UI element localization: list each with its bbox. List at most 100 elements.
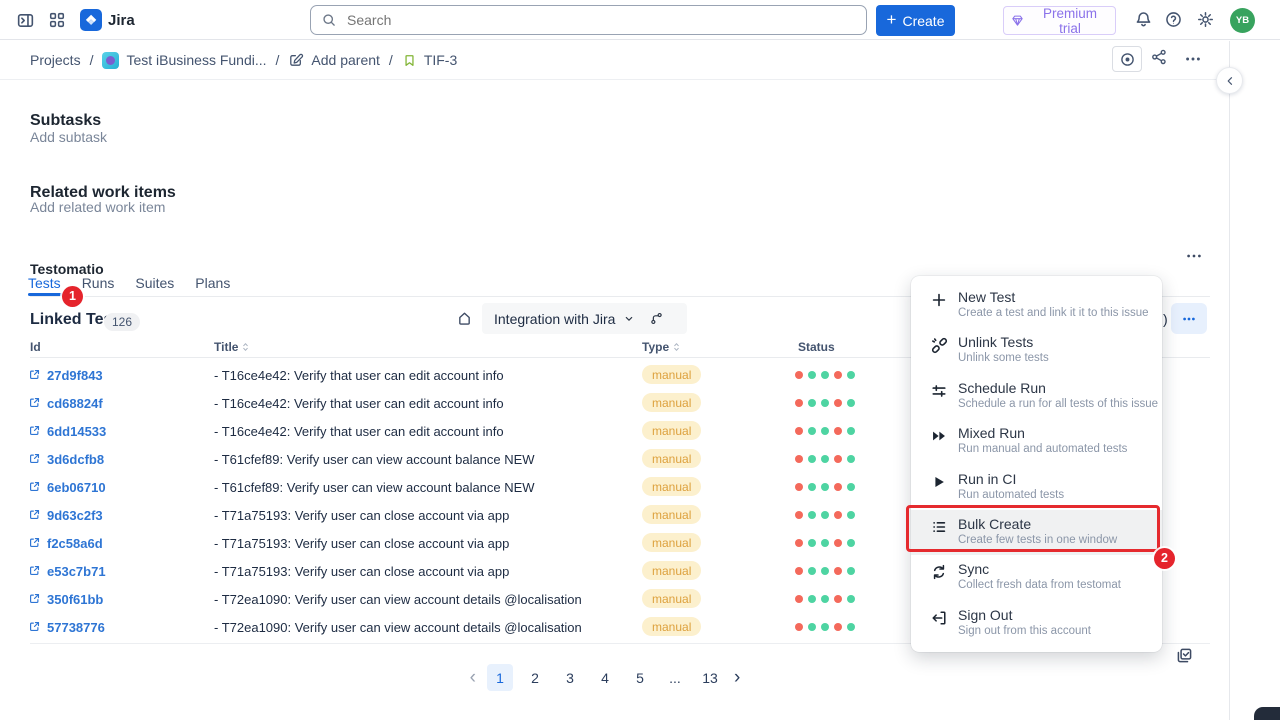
- menu-item-schedule-run[interactable]: Schedule Run Schedule a run for all test…: [911, 374, 1162, 419]
- tab-tests[interactable]: Tests: [28, 275, 61, 291]
- external-link-icon[interactable]: [28, 564, 41, 577]
- notifications-bell-icon[interactable]: [1134, 10, 1153, 29]
- right-panel-divider: [1229, 41, 1230, 720]
- menu-item-mixed-run[interactable]: Mixed Run Run manual and automated tests: [911, 419, 1162, 464]
- status-dot-green: [847, 455, 855, 463]
- watch-eye-icon[interactable]: [1112, 46, 1142, 72]
- project-selector-dropdown[interactable]: Integration with Jira: [482, 303, 687, 334]
- pagination-next-icon[interactable]: ›: [732, 664, 742, 691]
- test-type-badge: manual: [642, 505, 701, 524]
- branch-icon[interactable]: [649, 311, 664, 326]
- external-link-icon[interactable]: [28, 452, 41, 465]
- pagination-prev-icon[interactable]: ‹: [468, 664, 478, 691]
- test-type-badge: manual: [642, 365, 701, 384]
- column-header-id[interactable]: Id: [30, 340, 41, 354]
- column-header-type[interactable]: Type: [642, 340, 681, 354]
- external-link-icon[interactable]: [28, 424, 41, 437]
- pagination-page-4[interactable]: 4: [592, 664, 618, 691]
- external-link-icon[interactable]: [28, 480, 41, 493]
- menu-item-subtitle: Create few tests in one window: [958, 533, 1117, 548]
- test-id-link[interactable]: 57738776: [47, 620, 105, 635]
- status-dot-red: [834, 539, 842, 547]
- testomatio-actions-menu: New Test Create a test and link it it to…: [911, 276, 1162, 652]
- app-switcher-icon[interactable]: [48, 11, 66, 29]
- pagination-page-3[interactable]: 3: [557, 664, 583, 691]
- test-id-link[interactable]: cd68824f: [47, 396, 103, 411]
- collapse-panel-button[interactable]: [1216, 67, 1243, 94]
- add-related-work-item-button[interactable]: Add related work item: [30, 199, 165, 215]
- bulk-list-icon: [928, 518, 950, 536]
- help-icon[interactable]: [1164, 10, 1183, 29]
- status-dot-red: [795, 623, 803, 631]
- edit-pencil-icon: [288, 52, 304, 68]
- user-avatar[interactable]: YB: [1230, 8, 1255, 33]
- external-link-icon[interactable]: [28, 536, 41, 549]
- menu-item-sign-out[interactable]: Sign Out Sign out from this account: [911, 601, 1162, 646]
- search-input[interactable]: [345, 11, 856, 29]
- menu-item-sync[interactable]: Sync Collect fresh data from testomat: [911, 555, 1162, 600]
- status-dot-green: [821, 427, 829, 435]
- tab-suites[interactable]: Suites: [135, 275, 174, 291]
- pagination-page-5[interactable]: 5: [627, 664, 653, 691]
- sidebar-toggle-icon[interactable]: [16, 11, 35, 30]
- add-parent-button[interactable]: Add parent: [288, 52, 380, 68]
- issue-key-link[interactable]: TIF-3: [402, 52, 457, 68]
- column-header-title[interactable]: Title: [214, 340, 250, 354]
- test-title: - T61cfef89: Verify user can view accoun…: [214, 480, 535, 495]
- menu-item-run-in-ci[interactable]: Run in CI Run automated tests: [911, 465, 1162, 510]
- menu-item-bulk-create[interactable]: Bulk Create Create few tests in one wind…: [911, 510, 1162, 555]
- test-id-link[interactable]: 9d63c2f3: [47, 508, 103, 523]
- status-dot-red: [834, 567, 842, 575]
- status-dot-red: [834, 511, 842, 519]
- external-link-icon[interactable]: [28, 396, 41, 409]
- menu-item-new-test[interactable]: New Test Create a test and link it it to…: [911, 283, 1162, 328]
- test-type-badge: manual: [642, 533, 701, 552]
- jira-logo-icon[interactable]: [80, 9, 102, 31]
- linked-tests-count-badge: 126: [104, 313, 140, 331]
- test-status-dots: [795, 483, 855, 491]
- pagination-page-13[interactable]: 13: [697, 664, 723, 691]
- status-dot-green: [821, 623, 829, 631]
- multi-select-icon[interactable]: [1175, 646, 1194, 665]
- external-link-icon[interactable]: [28, 592, 41, 605]
- status-dot-green: [847, 623, 855, 631]
- test-id-link[interactable]: 6eb06710: [47, 480, 106, 495]
- issue-more-actions-icon[interactable]: [1184, 50, 1202, 68]
- status-dot-red: [795, 539, 803, 547]
- test-id-link[interactable]: 6dd14533: [47, 424, 106, 439]
- breadcrumb-project-link[interactable]: Test iBusiness Fundi...: [102, 52, 266, 69]
- external-link-icon[interactable]: [28, 368, 41, 381]
- menu-item-subtitle: Collect fresh data from testomat: [958, 578, 1121, 593]
- premium-trial-button[interactable]: Premium trial: [1003, 6, 1116, 35]
- test-id-link[interactable]: 350f61bb: [47, 592, 103, 607]
- pagination-page-1[interactable]: 1: [487, 664, 513, 691]
- external-link-icon[interactable]: [28, 620, 41, 633]
- create-button[interactable]: + Create: [876, 5, 955, 36]
- tab-runs[interactable]: Runs: [82, 275, 115, 291]
- status-dot-green: [808, 455, 816, 463]
- test-status-dots: [795, 371, 855, 379]
- status-dot-green: [808, 623, 816, 631]
- tab-plans[interactable]: Plans: [195, 275, 230, 291]
- test-id-link[interactable]: e53c7b71: [47, 564, 106, 579]
- pagination-ellipsis[interactable]: ...: [662, 664, 688, 691]
- share-icon[interactable]: [1150, 48, 1168, 66]
- home-icon[interactable]: [456, 310, 473, 327]
- test-id-link[interactable]: 27d9f843: [47, 368, 103, 383]
- menu-item-unlink-tests[interactable]: Unlink Tests Unlink some tests: [911, 328, 1162, 373]
- sign-out-icon: [928, 609, 950, 627]
- test-type-badge: manual: [642, 561, 701, 580]
- test-status-dots: [795, 455, 855, 463]
- add-subtask-button[interactable]: Add subtask: [30, 129, 107, 145]
- linked-tests-more-button[interactable]: [1171, 303, 1207, 334]
- breadcrumb-projects-link[interactable]: Projects: [30, 52, 81, 68]
- status-dot-red: [834, 371, 842, 379]
- test-id-link[interactable]: 3d6dcfb8: [47, 452, 104, 467]
- pagination-page-2[interactable]: 2: [522, 664, 548, 691]
- settings-gear-icon[interactable]: [1196, 10, 1215, 29]
- testomatio-more-icon[interactable]: [1185, 247, 1203, 265]
- status-dot-red: [834, 427, 842, 435]
- test-id-link[interactable]: f2c58a6d: [47, 536, 103, 551]
- occluded-control-fragment: ): [1163, 311, 1168, 327]
- external-link-icon[interactable]: [28, 508, 41, 521]
